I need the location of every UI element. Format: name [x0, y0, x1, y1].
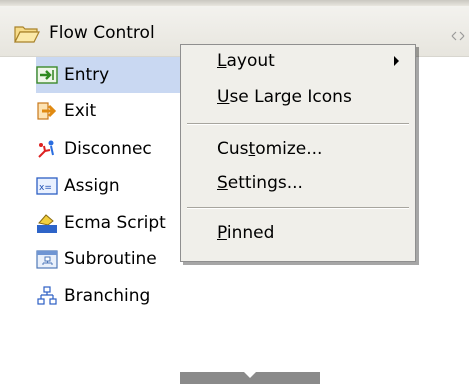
chevron-down-icon	[244, 372, 256, 378]
assign-icon: x=	[36, 175, 58, 197]
submenu-arrow-icon	[394, 56, 399, 66]
palette-item-label: Exit	[64, 101, 97, 121]
palette-item-label: Entry	[64, 65, 110, 85]
menu-item-customize[interactable]: Customize...	[217, 139, 322, 159]
menu-text: ettings...	[227, 173, 303, 193]
menu-separator	[187, 207, 409, 209]
disconnect-icon	[36, 138, 58, 160]
palette-item-exit[interactable]: Exit	[36, 93, 96, 129]
context-menu: Layout Use Large Icons Customize... Sett…	[180, 44, 416, 262]
palette-item-label: Subroutine	[64, 249, 157, 269]
menu-separator	[187, 123, 409, 125]
exit-arrow-icon	[36, 100, 58, 122]
palette-item-label: Ecma Script	[64, 213, 166, 233]
palette-item-ecma-script[interactable]: Ecma Script	[36, 205, 166, 241]
palette-item-label: Disconnec	[64, 139, 152, 159]
palette-window: Flow Control Entry Exit Disconnec x= Ass…	[0, 0, 469, 384]
menu-text: omize...	[255, 139, 323, 159]
menu-item-use-large-icons[interactable]: Use Large Icons	[217, 87, 352, 107]
menu-text: ayout	[226, 51, 275, 71]
ecma-script-icon	[36, 212, 58, 234]
menu-text: inned	[226, 223, 275, 243]
mnemonic: P	[217, 223, 227, 243]
palette-item-entry[interactable]: Entry	[36, 57, 184, 93]
menu-item-layout[interactable]: Layout	[217, 51, 275, 71]
folder-open-icon	[14, 24, 40, 48]
resize-handle-icon[interactable]	[451, 26, 465, 45]
menu-item-pinned[interactable]: Pinned	[217, 223, 274, 243]
palette-item-disconnect[interactable]: Disconnec	[36, 131, 152, 167]
entry-arrow-icon	[36, 64, 58, 86]
menu-item-settings[interactable]: Settings...	[217, 173, 303, 193]
mnemonic: S	[217, 173, 228, 193]
palette-item-branching[interactable]: Branching	[36, 278, 150, 314]
svg-text:x=: x=	[39, 183, 52, 193]
palette-item-subroutine[interactable]: Subroutine	[36, 241, 157, 277]
menu-text: se Large Icons	[229, 87, 352, 107]
branching-icon	[36, 285, 58, 307]
drawer-title: Flow Control	[49, 23, 155, 43]
scroll-down-button[interactable]	[180, 372, 320, 384]
subroutine-icon	[36, 248, 58, 270]
mnemonic: U	[217, 87, 230, 107]
palette-item-label: Assign	[64, 176, 120, 196]
palette-item-label: Branching	[64, 286, 151, 306]
menu-text: Cus	[217, 139, 249, 159]
palette-item-assign[interactable]: x= Assign	[36, 168, 120, 204]
